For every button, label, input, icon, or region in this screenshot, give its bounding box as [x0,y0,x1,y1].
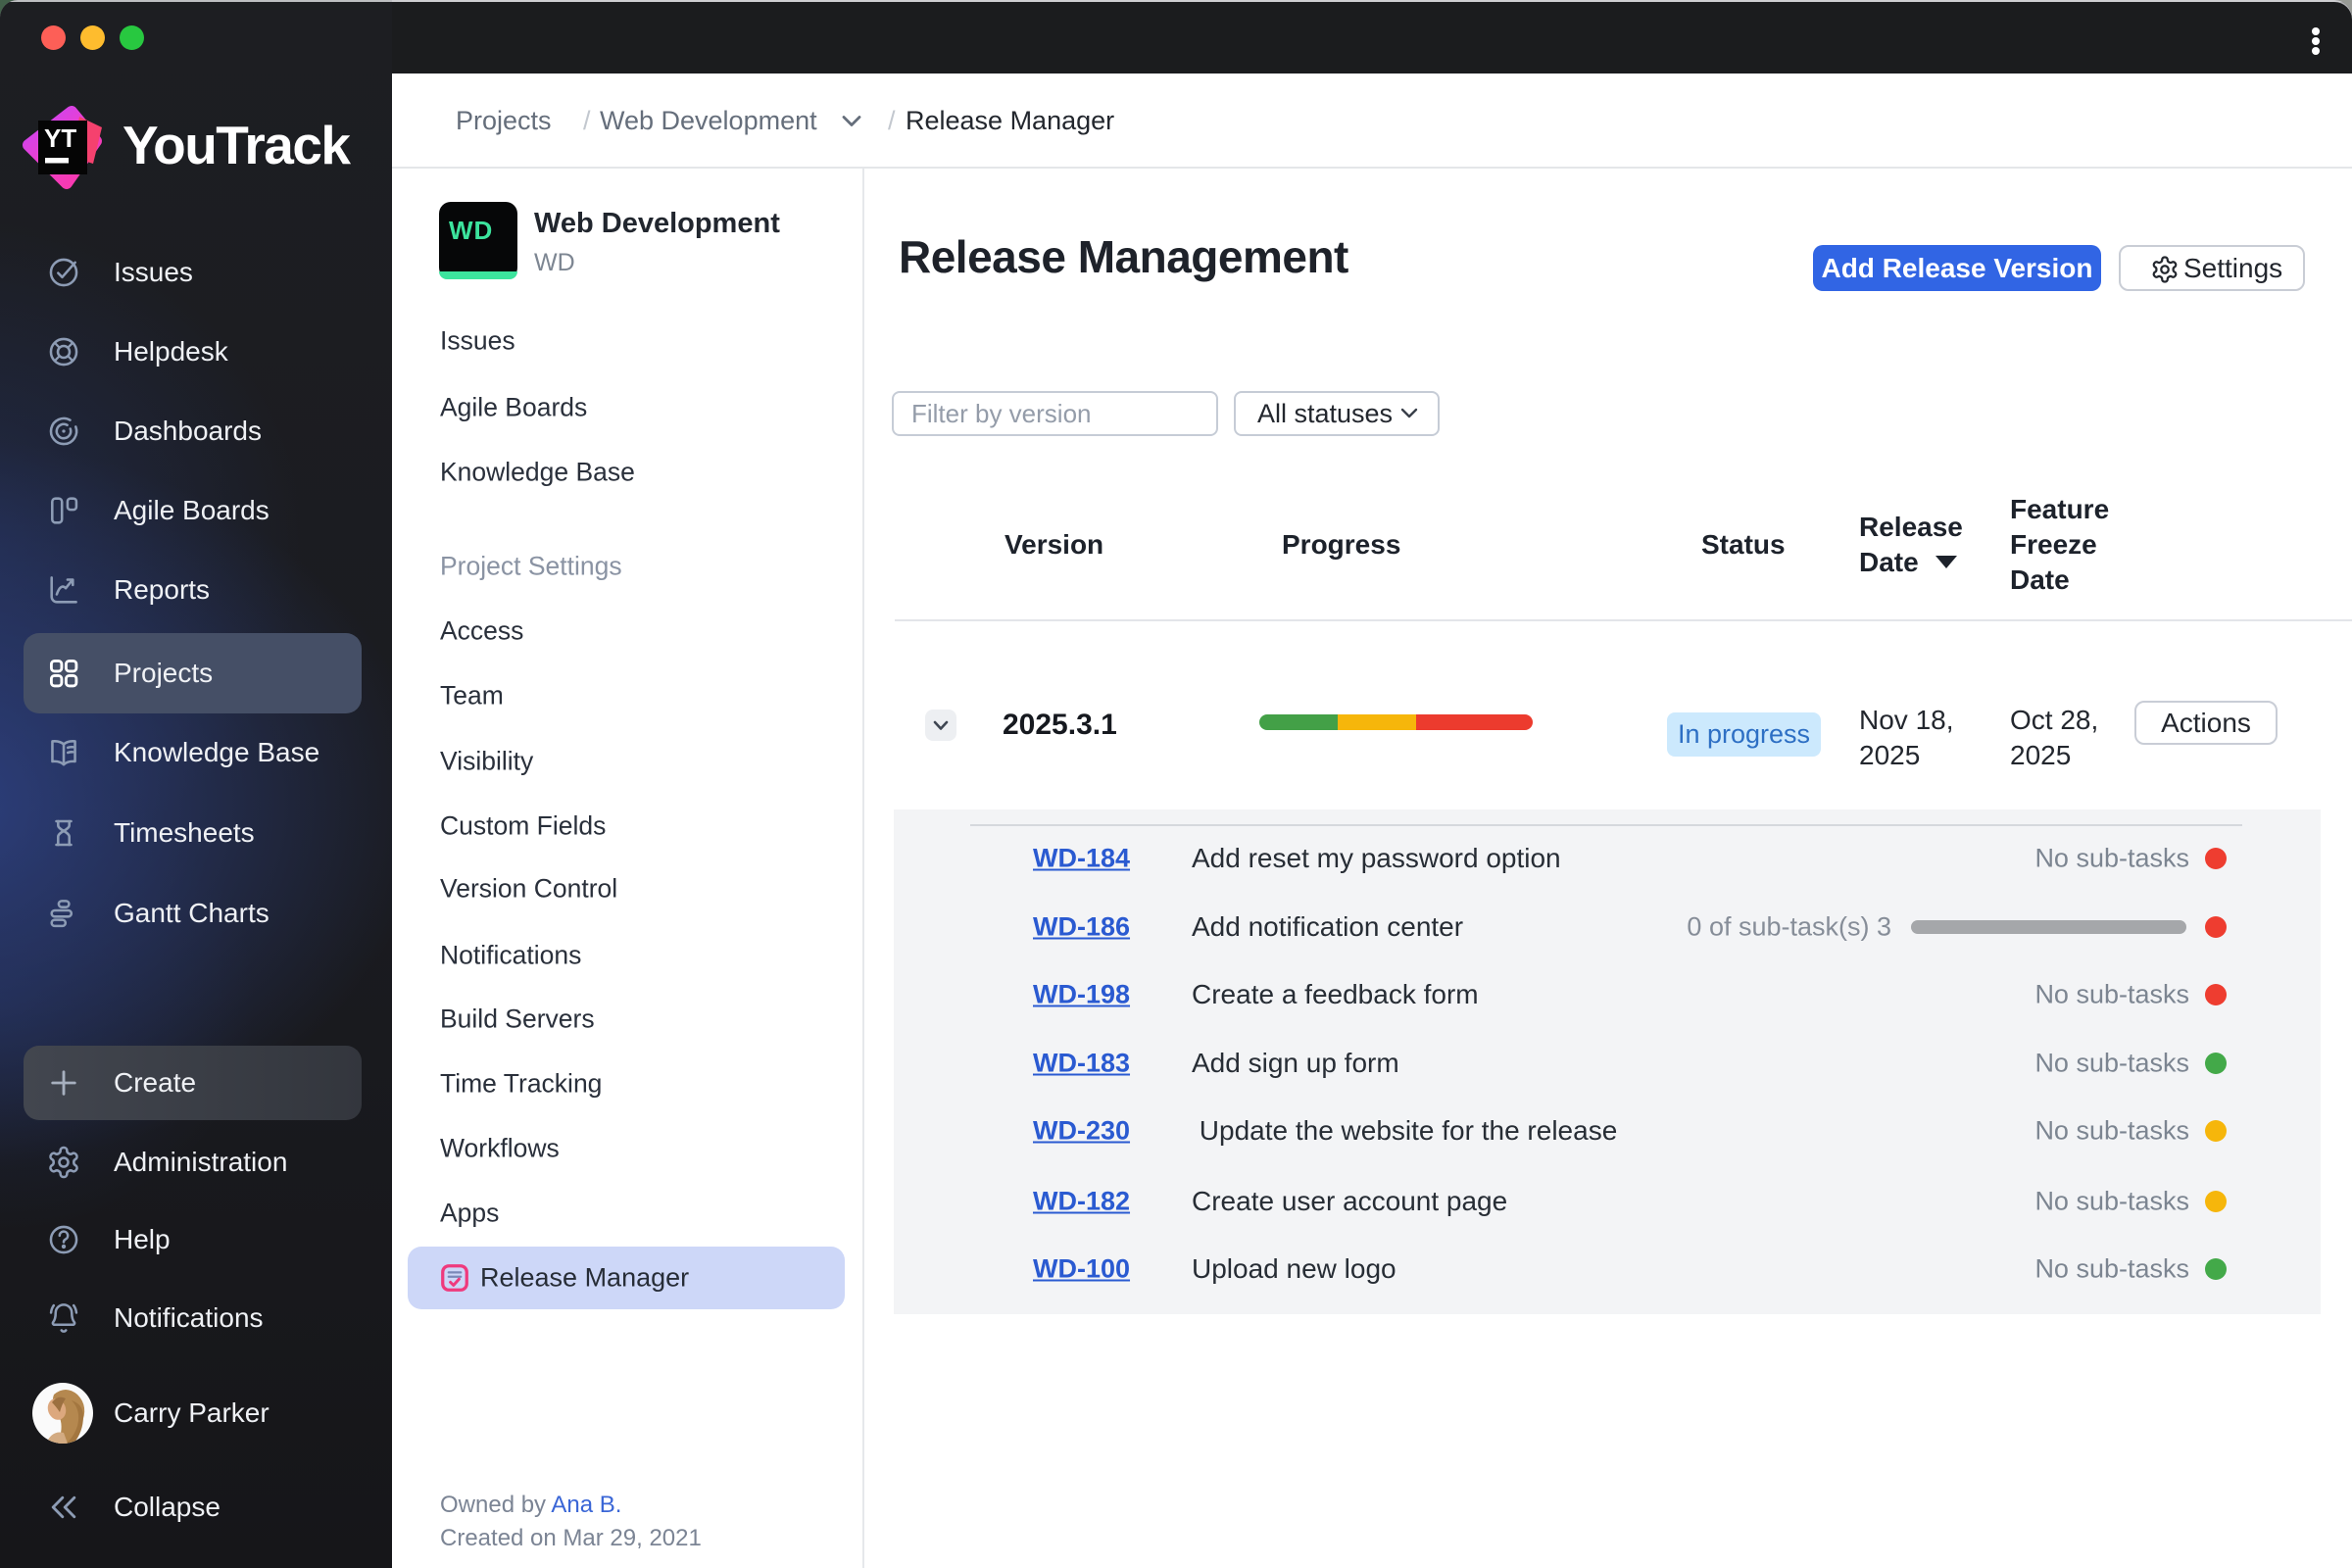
svg-text:YT: YT [44,123,76,153]
